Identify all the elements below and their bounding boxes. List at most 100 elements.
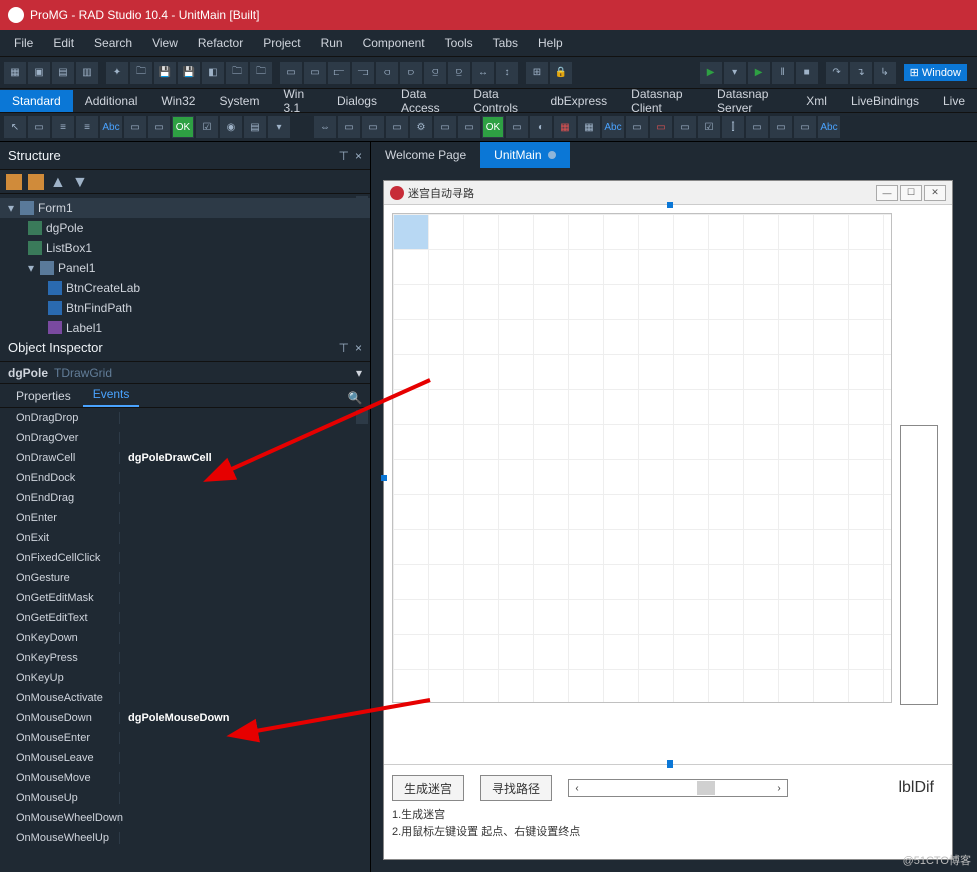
palette-tab-datacontrols[interactable]: Data Controls xyxy=(461,83,538,119)
tool-save-icon[interactable]: ▤ xyxy=(52,62,74,84)
stop-icon[interactable]: ■ xyxy=(796,62,818,84)
comp-label-icon[interactable]: Abc xyxy=(100,116,122,138)
event-row[interactable]: OnMouseUp xyxy=(0,788,370,808)
design-form[interactable]: 迷宫自动寻路 — ☐ ✕ xyxy=(383,180,953,860)
comp-frame-icon[interactable]: ▭ xyxy=(28,116,50,138)
comp-button-icon[interactable]: OK xyxy=(172,116,194,138)
scroll-left-icon[interactable]: ‹ xyxy=(569,780,585,796)
panel1[interactable]: 生成迷宫 寻找路径 ‹ › lblDif 1.生成迷宫 2.用鼠标左键设置 起点… xyxy=(384,764,952,859)
tab-properties[interactable]: Properties xyxy=(6,385,81,407)
dgpole-drawgrid[interactable] xyxy=(392,213,892,703)
tool-open-icon[interactable]: ▣ xyxy=(28,62,50,84)
tree-node-label1[interactable]: Label1 xyxy=(0,318,370,334)
comp-panel-icon[interactable]: ▭ xyxy=(386,116,408,138)
struct-scroll-icon[interactable] xyxy=(356,196,368,210)
comp-controlbar-icon[interactable]: ▭ xyxy=(794,116,816,138)
event-row[interactable]: OnGetEditMask xyxy=(0,588,370,608)
palette-tab-livebindings[interactable]: LiveBindings xyxy=(839,90,931,112)
scroll-right-icon[interactable]: › xyxy=(771,780,787,796)
tool-form-icon[interactable]: ▭ xyxy=(280,62,302,84)
event-row[interactable]: OnMouseWheelDown xyxy=(0,808,370,828)
comp-mainmenu-icon[interactable]: ≡ xyxy=(52,116,74,138)
listbox1[interactable] xyxy=(900,425,938,705)
comp-applicationevents-icon[interactable]: Abc xyxy=(818,116,840,138)
resize-handle-icon[interactable] xyxy=(667,202,673,208)
inspector-component-combo[interactable]: dgPoleTDrawGrid ▾ xyxy=(0,362,370,384)
comp-checklistbox-icon[interactable]: ☑ xyxy=(698,116,720,138)
tool-align-left-icon[interactable]: ⫍ xyxy=(328,62,350,84)
menu-project[interactable]: Project xyxy=(253,32,310,54)
comp-radiogroup-icon[interactable]: ▭ xyxy=(362,116,384,138)
palette-tab-xml[interactable]: Xml xyxy=(794,90,839,112)
struct-up-icon[interactable]: ▲ xyxy=(50,174,66,190)
tree-node-btncreatelab[interactable]: BtnCreateLab xyxy=(0,278,370,298)
event-row[interactable]: OnGesture xyxy=(0,568,370,588)
event-row[interactable]: OnKeyDown xyxy=(0,628,370,648)
comp-shape-icon[interactable]: ▭ xyxy=(626,116,648,138)
palette-tab-datasnapclient[interactable]: Datasnap Client xyxy=(619,83,705,119)
tool-newitem-icon[interactable]: ✦ xyxy=(106,62,128,84)
menu-edit[interactable]: Edit xyxy=(43,32,84,54)
menu-run[interactable]: Run xyxy=(311,32,353,54)
minimize-icon[interactable]: — xyxy=(876,185,898,201)
tool-unit-icon[interactable]: ▭ xyxy=(304,62,326,84)
event-row[interactable]: OnMouseDowndgPoleMouseDown xyxy=(0,708,370,728)
event-row[interactable]: OnMouseWheelUp xyxy=(0,828,370,848)
palette-tab-standard[interactable]: Standard xyxy=(0,90,73,112)
maximize-icon[interactable]: ☐ xyxy=(900,185,922,201)
comp-radiobutton-icon[interactable]: ◉ xyxy=(220,116,242,138)
event-row[interactable]: OnGetEditText xyxy=(0,608,370,628)
palette-tab-dataaccess[interactable]: Data Access xyxy=(389,83,461,119)
event-row[interactable]: OnKeyPress xyxy=(0,648,370,668)
comp-linklabel-icon[interactable]: ▭ xyxy=(770,116,792,138)
comp-pointer-icon[interactable]: ↖ xyxy=(4,116,26,138)
palette-tab-live[interactable]: Live xyxy=(931,90,977,112)
event-row[interactable]: OnExit xyxy=(0,528,370,548)
btn-create-lab[interactable]: 生成迷宫 xyxy=(392,775,464,801)
tree-node-dgpole[interactable]: dgPole xyxy=(0,218,370,238)
palette-tab-win31[interactable]: Win 3.1 xyxy=(271,83,324,119)
form-client-area[interactable] xyxy=(384,205,952,764)
structure-tree[interactable]: ▾Form1 dgPole ListBox1 ▾Panel1 BtnCreate… xyxy=(0,194,370,334)
menu-view[interactable]: View xyxy=(142,32,188,54)
tool-lock-icon[interactable]: 🔒 xyxy=(550,62,572,84)
event-row[interactable]: OnEndDock xyxy=(0,468,370,488)
struct-expand-icon[interactable] xyxy=(6,174,22,190)
scroll-thumb[interactable] xyxy=(697,781,715,795)
tool-saveall-icon[interactable]: ▥ xyxy=(76,62,98,84)
menu-refactor[interactable]: Refactor xyxy=(188,32,253,54)
comp-edit-icon[interactable]: ▭ xyxy=(124,116,146,138)
tool-align-top-icon[interactable]: ⫐ xyxy=(400,62,422,84)
tool-folder-icon[interactable]: 🗀 xyxy=(130,62,152,84)
event-row[interactable]: OnMouseEnter xyxy=(0,728,370,748)
tree-node-form1[interactable]: ▾Form1 xyxy=(0,198,370,218)
event-row[interactable]: OnEndDrag xyxy=(0,488,370,508)
tool-new-icon[interactable]: ▦ xyxy=(4,62,26,84)
form-designer[interactable]: 迷宫自动寻路 — ☐ ✕ xyxy=(371,168,977,872)
tool-align-mid-icon[interactable]: ⫑ xyxy=(424,62,446,84)
tool-align-bot-icon[interactable]: ⫒ xyxy=(448,62,470,84)
event-row[interactable]: OnKeyUp xyxy=(0,668,370,688)
comp-scrollbox-icon[interactable]: ▭ xyxy=(674,116,696,138)
inspector-event-grid[interactable]: OnDragDropOnDragOverOnDrawCelldgPoleDraw… xyxy=(0,408,370,872)
close-icon[interactable]: × xyxy=(355,341,362,355)
comp-actionlist-icon[interactable]: ⚙ xyxy=(410,116,432,138)
scrollbar-control[interactable]: ‹ › xyxy=(568,779,788,797)
event-row[interactable]: OnDrawCelldgPoleDrawCell xyxy=(0,448,370,468)
menu-tools[interactable]: Tools xyxy=(435,32,483,54)
comp-bitbtn-icon[interactable]: OK xyxy=(482,116,504,138)
tool-diskall-icon[interactable]: 💾 xyxy=(178,62,200,84)
tool-align-center-icon[interactable]: ⫎ xyxy=(352,62,374,84)
tool-space-v-icon[interactable]: ↕ xyxy=(496,62,518,84)
menu-search[interactable]: Search xyxy=(84,32,142,54)
palette-tab-dialogs[interactable]: Dialogs xyxy=(325,90,389,112)
tool-align-right-icon[interactable]: ⫏ xyxy=(376,62,398,84)
comp-listbox-icon[interactable]: ▤ xyxy=(244,116,266,138)
event-row[interactable]: OnFixedCellClick xyxy=(0,548,370,568)
event-row[interactable]: OnMouseActivate xyxy=(0,688,370,708)
menu-file[interactable]: File xyxy=(4,32,43,54)
comp-image-icon[interactable]: Abc xyxy=(602,116,624,138)
tab-welcome[interactable]: Welcome Page xyxy=(371,142,480,168)
comp-combobox-icon[interactable]: ▾ xyxy=(268,116,290,138)
struct-down-icon[interactable]: ▼ xyxy=(72,174,88,190)
